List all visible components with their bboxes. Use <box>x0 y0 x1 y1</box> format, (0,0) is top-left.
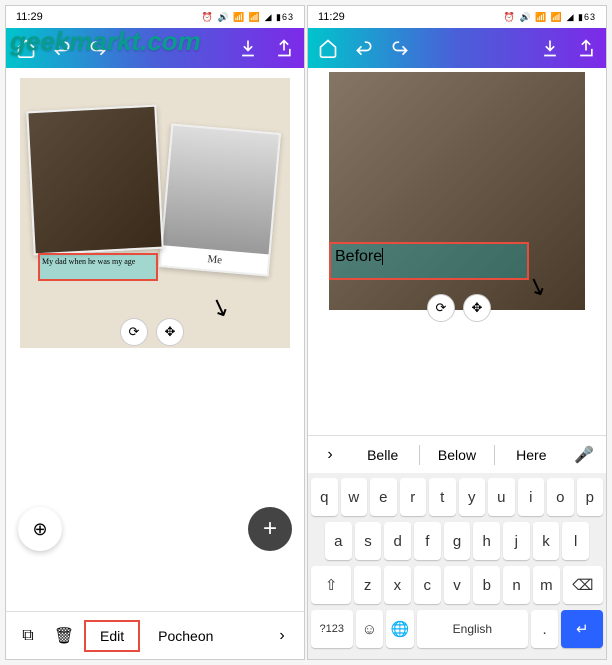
key-f[interactable]: f <box>414 522 441 560</box>
key-enter[interactable]: ↵ <box>561 610 603 648</box>
rotate-icon[interactable]: ⟳ <box>120 318 148 346</box>
dual-screenshot-container: 11:29 ⏰ 🔊 📶 📶 ◢ ▮63 Me My dad when he wa… <box>0 0 612 665</box>
photo-zoomed <box>317 72 597 322</box>
edit-button[interactable]: Edit <box>84 620 140 652</box>
key-numbers[interactable]: ?123 <box>311 610 353 648</box>
key-a[interactable]: a <box>325 522 352 560</box>
key-h[interactable]: h <box>473 522 500 560</box>
phone-screenshot-right: 11:29 ⏰ 🔊 📶 📶 ◢ ▮63 Before ↘ ⟳ ✥ › <box>307 5 607 660</box>
undo-icon[interactable] <box>352 36 376 60</box>
add-button[interactable]: + <box>248 507 292 551</box>
key-y[interactable]: y <box>459 478 486 516</box>
photo-me <box>163 126 279 255</box>
key-e[interactable]: e <box>370 478 397 516</box>
key-z[interactable]: z <box>354 566 381 604</box>
design-canvas[interactable]: Before ↘ ⟳ ✥ <box>308 68 606 435</box>
zoom-button[interactable]: ⊕ <box>18 507 62 551</box>
key-j[interactable]: j <box>503 522 530 560</box>
key-c[interactable]: c <box>414 566 441 604</box>
status-icons: ⏰ 🔊 📶 📶 ◢ ▮63 <box>202 12 294 23</box>
download-icon[interactable] <box>538 36 562 60</box>
key-k[interactable]: k <box>533 522 560 560</box>
clock: 11:29 <box>16 11 43 23</box>
key-g[interactable]: g <box>444 522 471 560</box>
phone-screenshot-left: 11:29 ⏰ 🔊 📶 📶 ◢ ▮63 Me My dad when he wa… <box>5 5 305 660</box>
key-m[interactable]: m <box>533 566 560 604</box>
photo-dad <box>28 107 161 253</box>
download-icon[interactable] <box>236 36 260 60</box>
key-b[interactable]: b <box>473 566 500 604</box>
key-shift[interactable]: ⇧ <box>311 566 351 604</box>
watermark-text: geekmarkt.com <box>10 26 201 57</box>
key-x[interactable]: x <box>384 566 411 604</box>
share-icon[interactable] <box>272 36 296 60</box>
font-selector[interactable]: Pocheon <box>144 622 227 650</box>
key-w[interactable]: w <box>341 478 368 516</box>
key-u[interactable]: u <box>488 478 515 516</box>
duplicate-icon[interactable]: ⧉ <box>12 620 44 652</box>
status-icons: ⏰ 🔊 📶 📶 ◢ ▮63 <box>504 12 596 23</box>
key-d[interactable]: d <box>384 522 411 560</box>
key-n[interactable]: n <box>503 566 530 604</box>
home-icon[interactable] <box>316 36 340 60</box>
key-backspace[interactable]: ⌫ <box>563 566 603 604</box>
editing-text-box[interactable]: Before <box>329 242 529 280</box>
expand-suggestions-icon[interactable]: › <box>314 439 346 471</box>
status-bar: 11:29 ⏰ 🔊 📶 📶 ◢ ▮63 <box>308 6 606 28</box>
suggestion-1[interactable]: Belle <box>346 447 419 463</box>
status-bar: 11:29 ⏰ 🔊 📶 📶 ◢ ▮63 <box>6 6 304 28</box>
key-t[interactable]: t <box>429 478 456 516</box>
design-frame[interactable]: Me My dad when he was my age ↘ ⟳ ✥ <box>20 78 290 348</box>
keyboard-row-1: qwertyuiop <box>311 478 603 516</box>
keyboard-row-2: asdfghjkl <box>311 522 603 560</box>
key-q[interactable]: q <box>311 478 338 516</box>
polaroid-left[interactable] <box>26 105 163 256</box>
element-controls: ⟳ ✥ <box>120 318 184 346</box>
key-r[interactable]: r <box>400 478 427 516</box>
mic-icon[interactable]: 🎤 <box>568 439 600 471</box>
key-i[interactable]: i <box>518 478 545 516</box>
keyboard-row-3: ⇧zxcvbnm⌫ <box>311 566 603 604</box>
key-p[interactable]: p <box>577 478 604 516</box>
share-icon[interactable] <box>574 36 598 60</box>
suggestion-3[interactable]: Here <box>495 447 568 463</box>
selected-text-box[interactable]: My dad when he was my age <box>38 253 158 281</box>
design-canvas[interactable]: Me My dad when he was my age ↘ ⟳ ✥ ⊕ + <box>6 68 304 611</box>
key-spacebar[interactable]: English <box>417 610 528 648</box>
more-icon[interactable]: › <box>266 620 298 652</box>
soft-keyboard: qwertyuiop asdfghjkl ⇧zxcvbnm⌫ ?123 ☺ 🌐 … <box>308 473 606 659</box>
text-toolbar: ⧉ 🗑 Edit Pocheon › <box>6 611 304 659</box>
move-icon[interactable]: ✥ <box>156 318 184 346</box>
clock: 11:29 <box>318 11 345 23</box>
key-l[interactable]: l <box>562 522 589 560</box>
redo-icon[interactable] <box>388 36 412 60</box>
design-frame-zoomed[interactable]: Before ↘ ⟳ ✥ <box>317 72 597 322</box>
move-icon[interactable]: ✥ <box>463 294 491 322</box>
element-controls: ⟳ ✥ <box>427 294 491 322</box>
rotate-icon[interactable]: ⟳ <box>427 294 455 322</box>
key-period[interactable]: . <box>531 610 559 648</box>
arrow-decoration: ↘ <box>206 290 235 324</box>
polaroid-right[interactable]: Me <box>159 123 281 276</box>
keyboard-suggestions: › Belle Below Here 🎤 <box>308 435 606 473</box>
key-globe[interactable]: 🌐 <box>386 610 414 648</box>
key-o[interactable]: o <box>547 478 574 516</box>
keyboard-row-4: ?123 ☺ 🌐 English . ↵ <box>311 610 603 648</box>
trash-icon[interactable]: 🗑 <box>48 620 80 652</box>
app-toolbar <box>308 28 606 68</box>
suggestion-2[interactable]: Below <box>420 447 493 463</box>
key-v[interactable]: v <box>444 566 471 604</box>
key-emoji[interactable]: ☺ <box>356 610 384 648</box>
key-s[interactable]: s <box>355 522 382 560</box>
